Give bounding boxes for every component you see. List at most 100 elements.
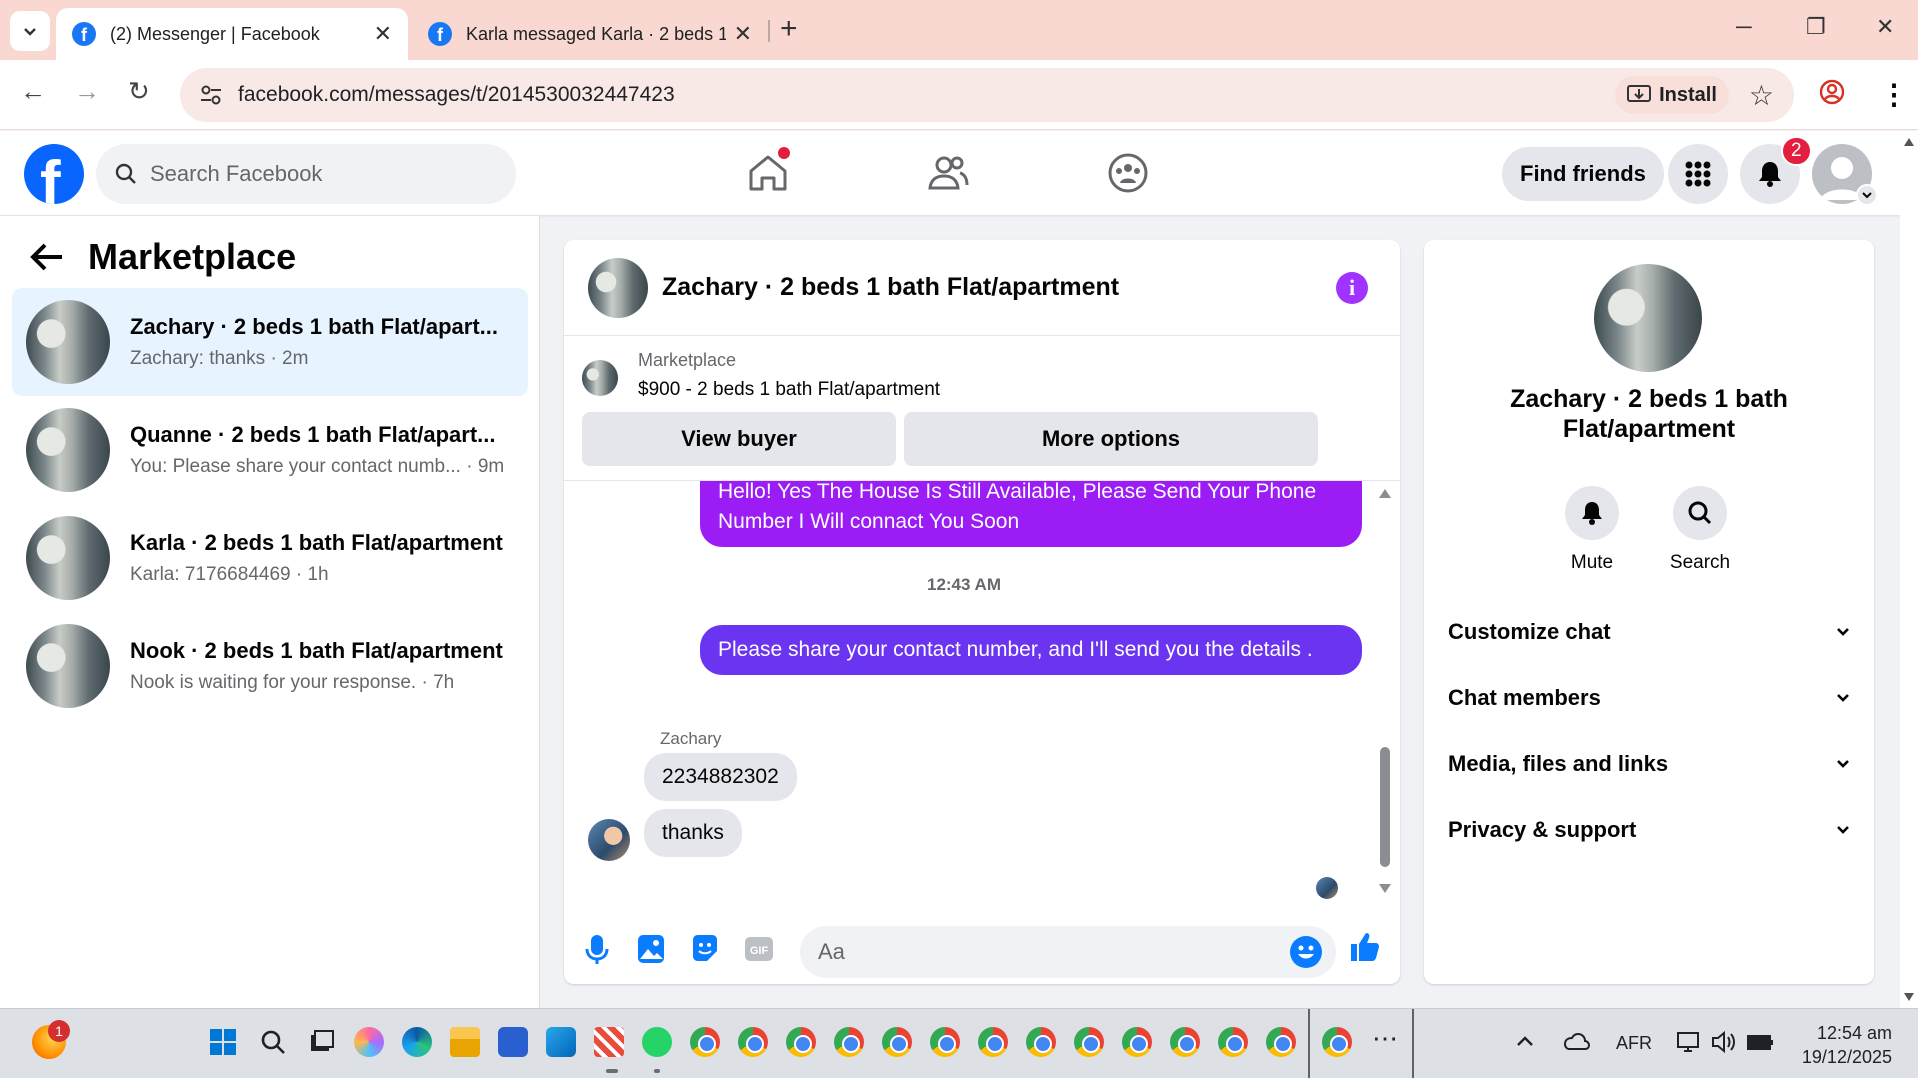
info-icon[interactable]: i (1336, 272, 1368, 304)
url-text[interactable]: facebook.com/messages/t/2014530032447423 (238, 83, 1615, 107)
copilot-icon[interactable] (354, 1027, 384, 1057)
menu-grid-icon[interactable] (1668, 144, 1728, 204)
search-in-chat-button[interactable]: Search (1660, 486, 1740, 574)
page-scrollbar[interactable] (1900, 131, 1918, 1008)
profile-icon[interactable] (1818, 78, 1846, 113)
conversation-item[interactable]: Quanne · 2 beds 1 bath Flat/apart... You… (12, 396, 528, 504)
chrome-icon[interactable] (834, 1027, 864, 1057)
conversation-item[interactable]: Nook · 2 beds 1 bath Flat/apartment Nook… (12, 612, 528, 720)
close-tab-icon[interactable]: ✕ (374, 21, 392, 47)
account-chevron-icon[interactable] (1856, 184, 1878, 206)
conversation-item[interactable]: Karla · 2 beds 1 bath Flat/apartment Kar… (12, 504, 528, 612)
find-friends-button[interactable]: Find friends (1502, 147, 1664, 201)
chrome-icon[interactable] (1322, 1027, 1352, 1057)
facebook-search[interactable] (96, 144, 516, 204)
file-explorer-icon[interactable] (450, 1027, 480, 1057)
more-apps-icon[interactable]: ⋯ (1372, 1023, 1398, 1054)
restore-icon[interactable]: ❐ (1806, 14, 1826, 40)
conversation-preview: Nook is waiting for your response. · 7h (130, 672, 455, 693)
incoming-message: 2234882302 (644, 753, 797, 801)
input-language[interactable]: AFR (1616, 1033, 1652, 1054)
chrome-icon[interactable] (1026, 1027, 1056, 1057)
windows-start-icon[interactable] (208, 1027, 238, 1057)
address-bar[interactable]: facebook.com/messages/t/2014530032447423… (180, 68, 1794, 122)
details-avatar[interactable] (1594, 264, 1702, 372)
chrome-icon[interactable] (882, 1027, 912, 1057)
close-window-icon[interactable]: ✕ (1876, 14, 1894, 40)
message-list[interactable]: Hello! Yes The House Is Still Available,… (564, 480, 1400, 900)
tab-search-button[interactable] (10, 11, 50, 51)
bookmark-star-icon[interactable]: ☆ (1749, 79, 1774, 112)
home-icon[interactable] (744, 147, 792, 197)
whatsapp-icon[interactable] (642, 1027, 672, 1057)
chat-title[interactable]: Zachary · 2 beds 1 bath Flat/apartment (662, 273, 1119, 302)
chrome-icon[interactable] (738, 1027, 768, 1057)
chrome-menu-icon[interactable]: ⋮ (1880, 78, 1908, 111)
sender-avatar[interactable] (588, 819, 630, 861)
facebook-logo[interactable]: f (24, 144, 84, 204)
friends-icon[interactable] (924, 149, 972, 197)
chrome-icon[interactable] (1170, 1027, 1200, 1057)
search-icon[interactable] (258, 1027, 288, 1057)
minimize-icon[interactable]: ─ (1736, 14, 1752, 40)
more-options-button[interactable]: More options (904, 412, 1318, 466)
new-tab-button[interactable]: + (780, 12, 798, 46)
outlook-icon[interactable] (546, 1027, 576, 1057)
close-tab-icon[interactable]: ✕ (734, 21, 752, 47)
microphone-icon[interactable] (580, 932, 614, 966)
message-scroll-thumb[interactable] (1380, 747, 1390, 867)
chrome-icon[interactable] (786, 1027, 816, 1057)
chevron-down-icon (1837, 694, 1849, 702)
conversation-item[interactable]: Zachary · 2 beds 1 bath Flat/apart... Za… (12, 288, 528, 396)
chrome-icon[interactable] (1266, 1027, 1296, 1057)
chat-avatar[interactable] (588, 257, 648, 318)
message-input[interactable] (800, 926, 1336, 978)
section-label: Privacy & support (1448, 817, 1637, 842)
media-files-links-section[interactable]: Media, files and links (1448, 738, 1850, 790)
photo-icon[interactable] (634, 932, 668, 966)
chrome-icon[interactable] (690, 1027, 720, 1057)
back-icon[interactable]: ← (20, 76, 46, 107)
listing-thumbnail (582, 360, 618, 396)
scroll-up-icon[interactable] (1378, 487, 1392, 499)
groups-icon[interactable] (1104, 149, 1152, 197)
chrome-icon[interactable] (1122, 1027, 1152, 1057)
privacy-support-section[interactable]: Privacy & support (1448, 804, 1850, 856)
conversation-name: Quanne · 2 beds 1 bath Flat/apart... (130, 422, 496, 447)
install-button[interactable]: Install (1615, 76, 1729, 114)
microsoft-store-icon[interactable] (498, 1027, 528, 1057)
chrome-icon[interactable] (978, 1027, 1008, 1057)
install-label: Install (1659, 83, 1717, 106)
chrome-icon[interactable] (930, 1027, 960, 1057)
customize-chat-section[interactable]: Customize chat (1448, 606, 1850, 658)
task-view-icon[interactable] (306, 1027, 336, 1057)
scroll-down-icon[interactable] (1903, 992, 1915, 1002)
onedrive-cloud-icon[interactable] (1562, 1031, 1590, 1051)
chevron-up-icon[interactable] (1516, 1035, 1534, 1047)
chat-members-section[interactable]: Chat members (1448, 672, 1850, 724)
snipping-tool-icon[interactable] (594, 1027, 624, 1057)
back-arrow-icon[interactable] (30, 242, 64, 272)
mute-button[interactable]: Mute (1552, 486, 1632, 574)
thumbs-up-icon[interactable] (1348, 930, 1382, 964)
tab-karla[interactable]: f Karla messaged Karla · 2 beds 1 ✕ (412, 8, 768, 60)
emoji-icon[interactable] (1290, 936, 1322, 968)
search-input[interactable] (150, 161, 450, 187)
scroll-up-icon[interactable] (1903, 137, 1915, 147)
sender-name: Zachary (660, 729, 722, 748)
network-icon[interactable] (1676, 1029, 1702, 1055)
reload-icon[interactable]: ↻ (128, 76, 150, 107)
scroll-down-icon[interactable] (1378, 883, 1392, 895)
chrome-icon[interactable] (1074, 1027, 1104, 1057)
sticker-icon[interactable] (688, 932, 722, 966)
volume-icon[interactable] (1710, 1029, 1736, 1055)
view-buyer-button[interactable]: View buyer (582, 412, 896, 466)
battery-icon[interactable] (1746, 1029, 1774, 1055)
forward-icon[interactable]: → (74, 76, 100, 107)
tab-messenger[interactable]: f (2) Messenger | Facebook ✕ (56, 8, 408, 60)
chrome-icon[interactable] (1218, 1027, 1248, 1057)
edge-icon[interactable] (402, 1027, 432, 1057)
system-clock[interactable]: 12:54 am 19/12/2025 (1802, 1021, 1892, 1069)
gif-icon[interactable]: GIF (742, 932, 776, 966)
site-settings-icon[interactable] (198, 82, 224, 108)
